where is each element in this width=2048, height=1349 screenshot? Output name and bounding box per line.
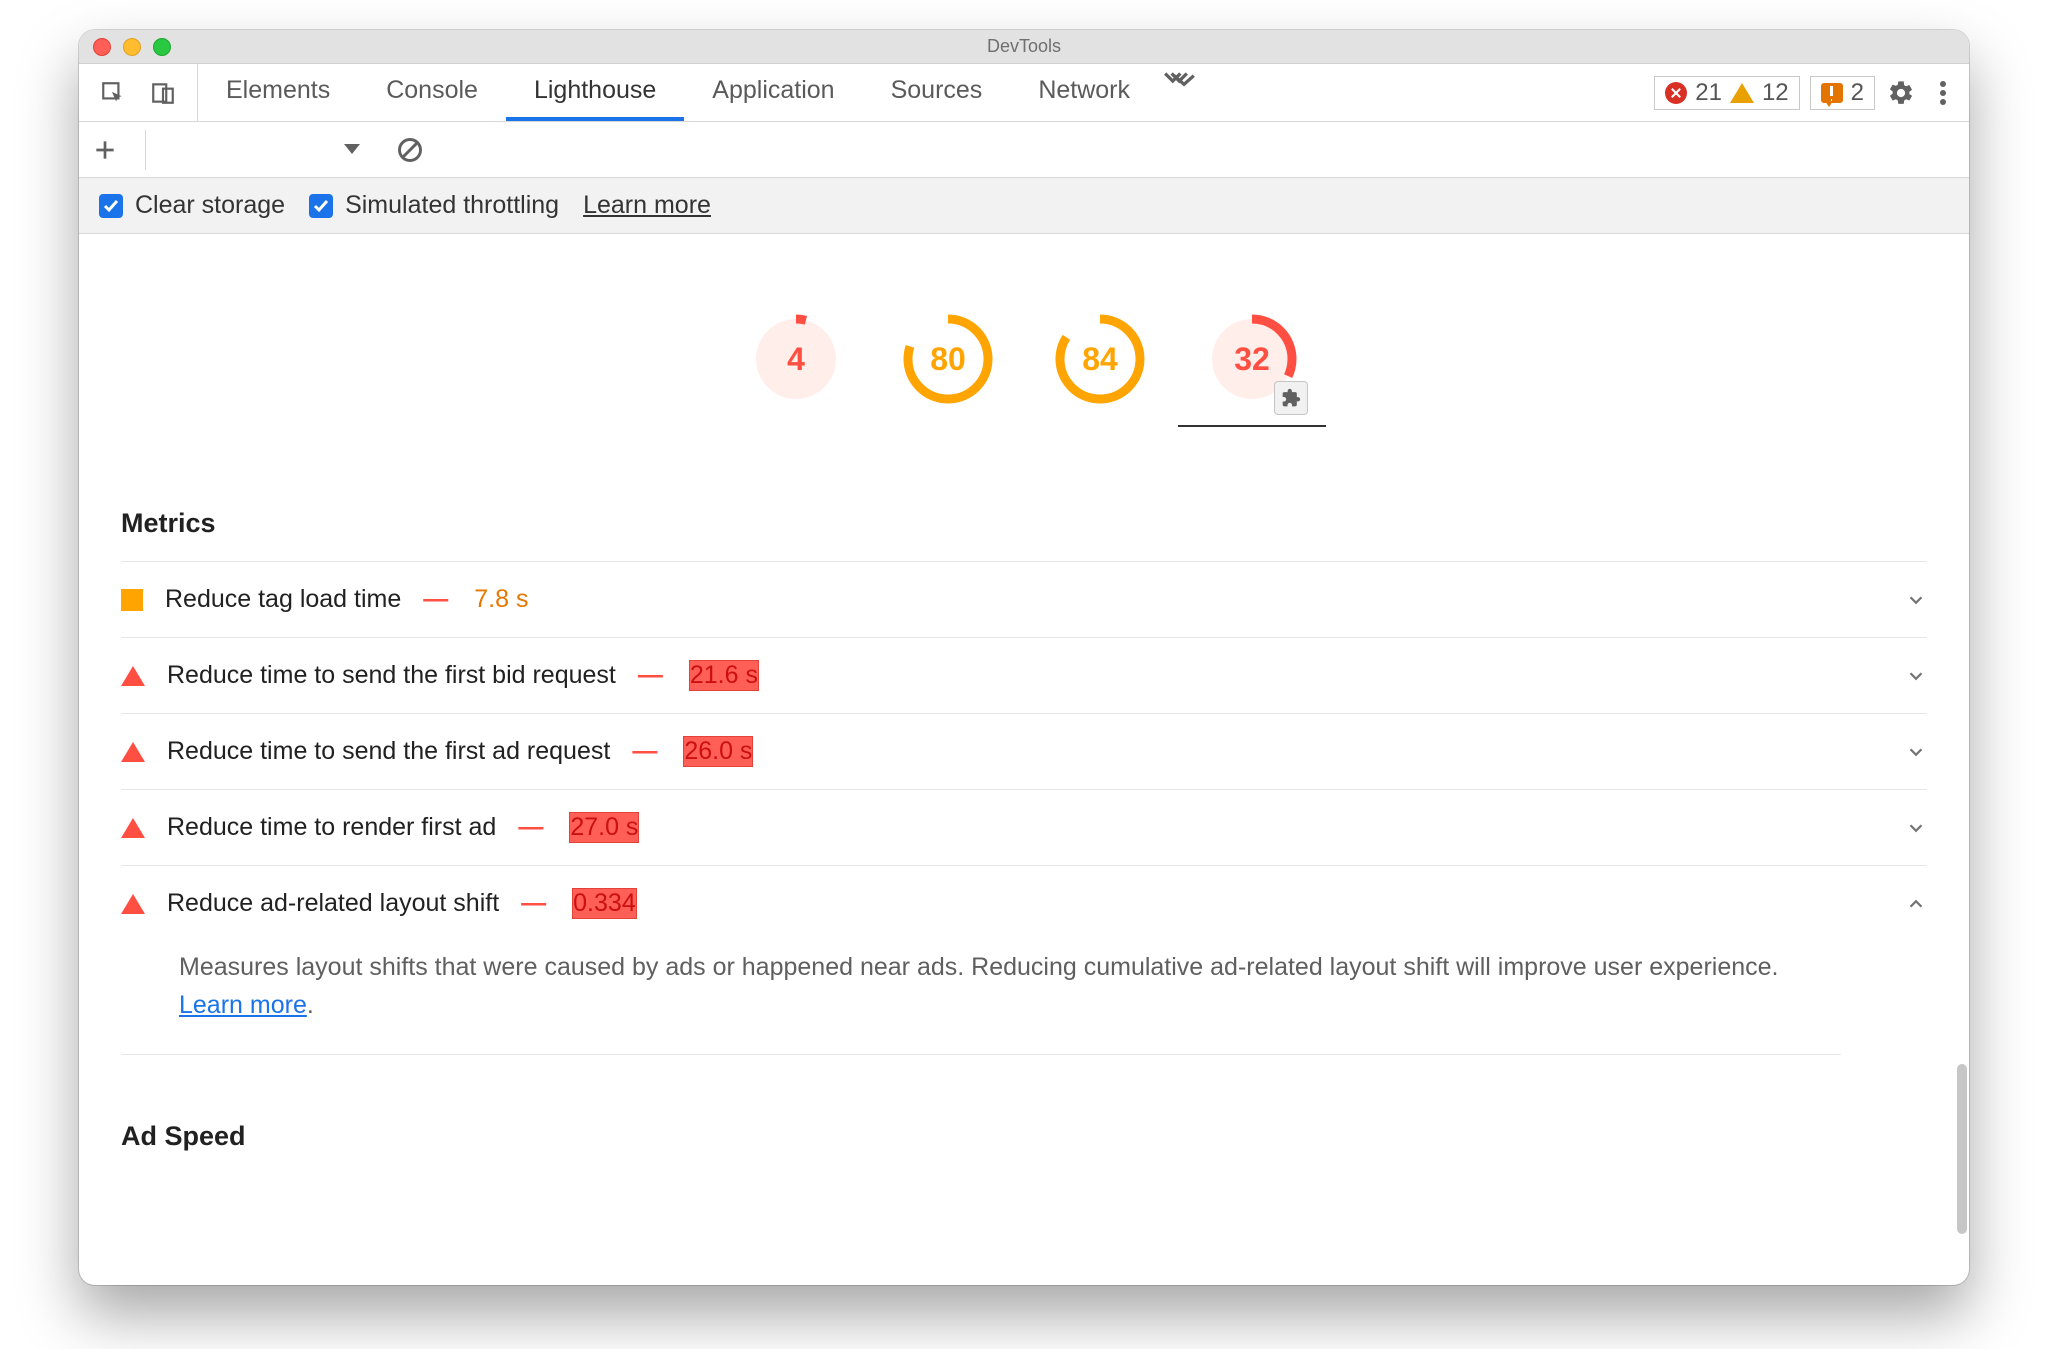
metric-value: 27.0 s: [569, 812, 639, 843]
tab-lighthouse[interactable]: Lighthouse: [506, 64, 684, 121]
tab-application[interactable]: Application: [684, 64, 862, 121]
throttling-learn-more-link[interactable]: Learn more: [583, 191, 711, 220]
metric-value: 26.0 s: [683, 736, 753, 767]
metric-detail: Measures layout shifts that were caused …: [121, 941, 1841, 1055]
chevron-down-icon: [1905, 741, 1927, 763]
more-icon[interactable]: [1927, 77, 1959, 109]
score-gauges: 4 80 84 32: [79, 234, 1969, 484]
ad-speed-heading: Ad Speed: [121, 1097, 1927, 1174]
metric-row[interactable]: Reduce time to send the first ad request…: [121, 713, 1927, 789]
metrics-heading: Metrics: [121, 484, 1927, 561]
window-title: DevTools: [987, 36, 1061, 57]
lighthouse-toolbar: [79, 122, 1969, 178]
metric-value: 0.334: [572, 888, 637, 919]
metric-name: Reduce tag load time: [165, 585, 401, 614]
plugin-icon: [1274, 381, 1308, 415]
warning-icon: [1730, 83, 1754, 103]
metric-row[interactable]: Reduce time to render first ad — 27.0 s: [121, 789, 1927, 865]
devtools-tabs-bar: ElementsConsoleLighthouseApplicationSour…: [79, 64, 1969, 122]
divider: [145, 130, 146, 170]
tabs-overflow-icon[interactable]: [1164, 64, 1196, 96]
dropdown-icon[interactable]: [336, 134, 368, 166]
metric-name: Reduce time to send the first bid reques…: [167, 661, 616, 690]
clear-storage-label: Clear storage: [135, 191, 285, 220]
lighthouse-options-bar: Clear storage Simulated throttling Learn…: [79, 178, 1969, 234]
score-gauge-1[interactable]: 80: [902, 313, 994, 405]
metric-dash: —: [518, 813, 543, 842]
issues-icon: [1821, 83, 1843, 103]
report-content: 4 80 84 32 Metrics Reduce tag load time —…: [79, 234, 1969, 1285]
score-gauge-0[interactable]: 4: [750, 313, 842, 405]
triangle-marker-icon: [121, 894, 145, 914]
tab-console[interactable]: Console: [358, 64, 506, 121]
error-icon: [1665, 82, 1687, 104]
metric-row[interactable]: Reduce ad-related layout shift — 0.334: [121, 865, 1927, 941]
metric-row[interactable]: Reduce time to send the first bid reques…: [121, 637, 1927, 713]
score-gauge-2[interactable]: 84: [1054, 313, 1146, 405]
status-area: 21 12 2: [1654, 64, 1969, 121]
issues-badge[interactable]: 2: [1810, 76, 1875, 110]
simulated-throttling-checkbox[interactable]: [309, 194, 333, 218]
tab-network[interactable]: Network: [1010, 64, 1158, 121]
new-report-button[interactable]: [89, 134, 121, 166]
inspector-tools: [79, 64, 198, 121]
metric-dash: —: [638, 661, 663, 690]
scrollbar-thumb[interactable]: [1957, 1064, 1967, 1234]
active-gauge-underline: [1178, 425, 1326, 427]
metric-name: Reduce ad-related layout shift: [167, 889, 499, 918]
triangle-marker-icon: [121, 818, 145, 838]
window-close-button[interactable]: [93, 38, 111, 56]
chevron-up-icon: [1905, 893, 1927, 915]
metric-dash: —: [632, 737, 657, 766]
chevron-down-icon: [1905, 589, 1927, 611]
titlebar: DevTools: [79, 30, 1969, 64]
metric-name: Reduce time to render first ad: [167, 813, 496, 842]
error-count: 21: [1695, 79, 1722, 107]
inspect-element-icon[interactable]: [97, 77, 129, 109]
square-marker-icon: [121, 589, 143, 611]
clear-storage-option[interactable]: Clear storage: [99, 191, 285, 220]
metric-detail-learn-more-link[interactable]: Learn more: [179, 991, 307, 1019]
chevron-down-icon: [1905, 817, 1927, 839]
metrics-section: Metrics Reduce tag load time—7.8 sReduce…: [79, 484, 1969, 1174]
metric-name: Reduce time to send the first ad request: [167, 737, 610, 766]
metric-row[interactable]: Reduce tag load time — 7.8 s: [121, 561, 1927, 637]
triangle-marker-icon: [121, 666, 145, 686]
simulated-throttling-label: Simulated throttling: [345, 191, 559, 220]
metric-detail-text: Measures layout shifts that were caused …: [179, 953, 1778, 981]
triangle-marker-icon: [121, 742, 145, 762]
chevron-down-icon: [1905, 665, 1927, 687]
metric-dash: —: [521, 889, 546, 918]
score-gauge-3[interactable]: 32: [1206, 313, 1298, 405]
devtools-window: DevTools ElementsConsoleLighthouseApplic…: [79, 30, 1969, 1285]
metric-value: 7.8 s: [474, 585, 528, 614]
device-toggle-icon[interactable]: [147, 77, 179, 109]
metric-dash: —: [423, 585, 448, 614]
tab-sources[interactable]: Sources: [863, 64, 1011, 121]
metric-value: 21.6 s: [689, 660, 759, 691]
devtools-tabs: ElementsConsoleLighthouseApplicationSour…: [198, 64, 1158, 121]
warning-count: 12: [1762, 79, 1789, 107]
settings-icon[interactable]: [1885, 77, 1917, 109]
console-status-badge[interactable]: 21 12: [1654, 76, 1799, 110]
issues-count: 2: [1851, 79, 1864, 107]
clear-icon[interactable]: [394, 134, 426, 166]
window-zoom-button[interactable]: [153, 38, 171, 56]
clear-storage-checkbox[interactable]: [99, 194, 123, 218]
tab-elements[interactable]: Elements: [198, 64, 358, 121]
simulated-throttling-option[interactable]: Simulated throttling: [309, 191, 559, 220]
traffic-lights: [93, 30, 171, 63]
window-minimize-button[interactable]: [123, 38, 141, 56]
